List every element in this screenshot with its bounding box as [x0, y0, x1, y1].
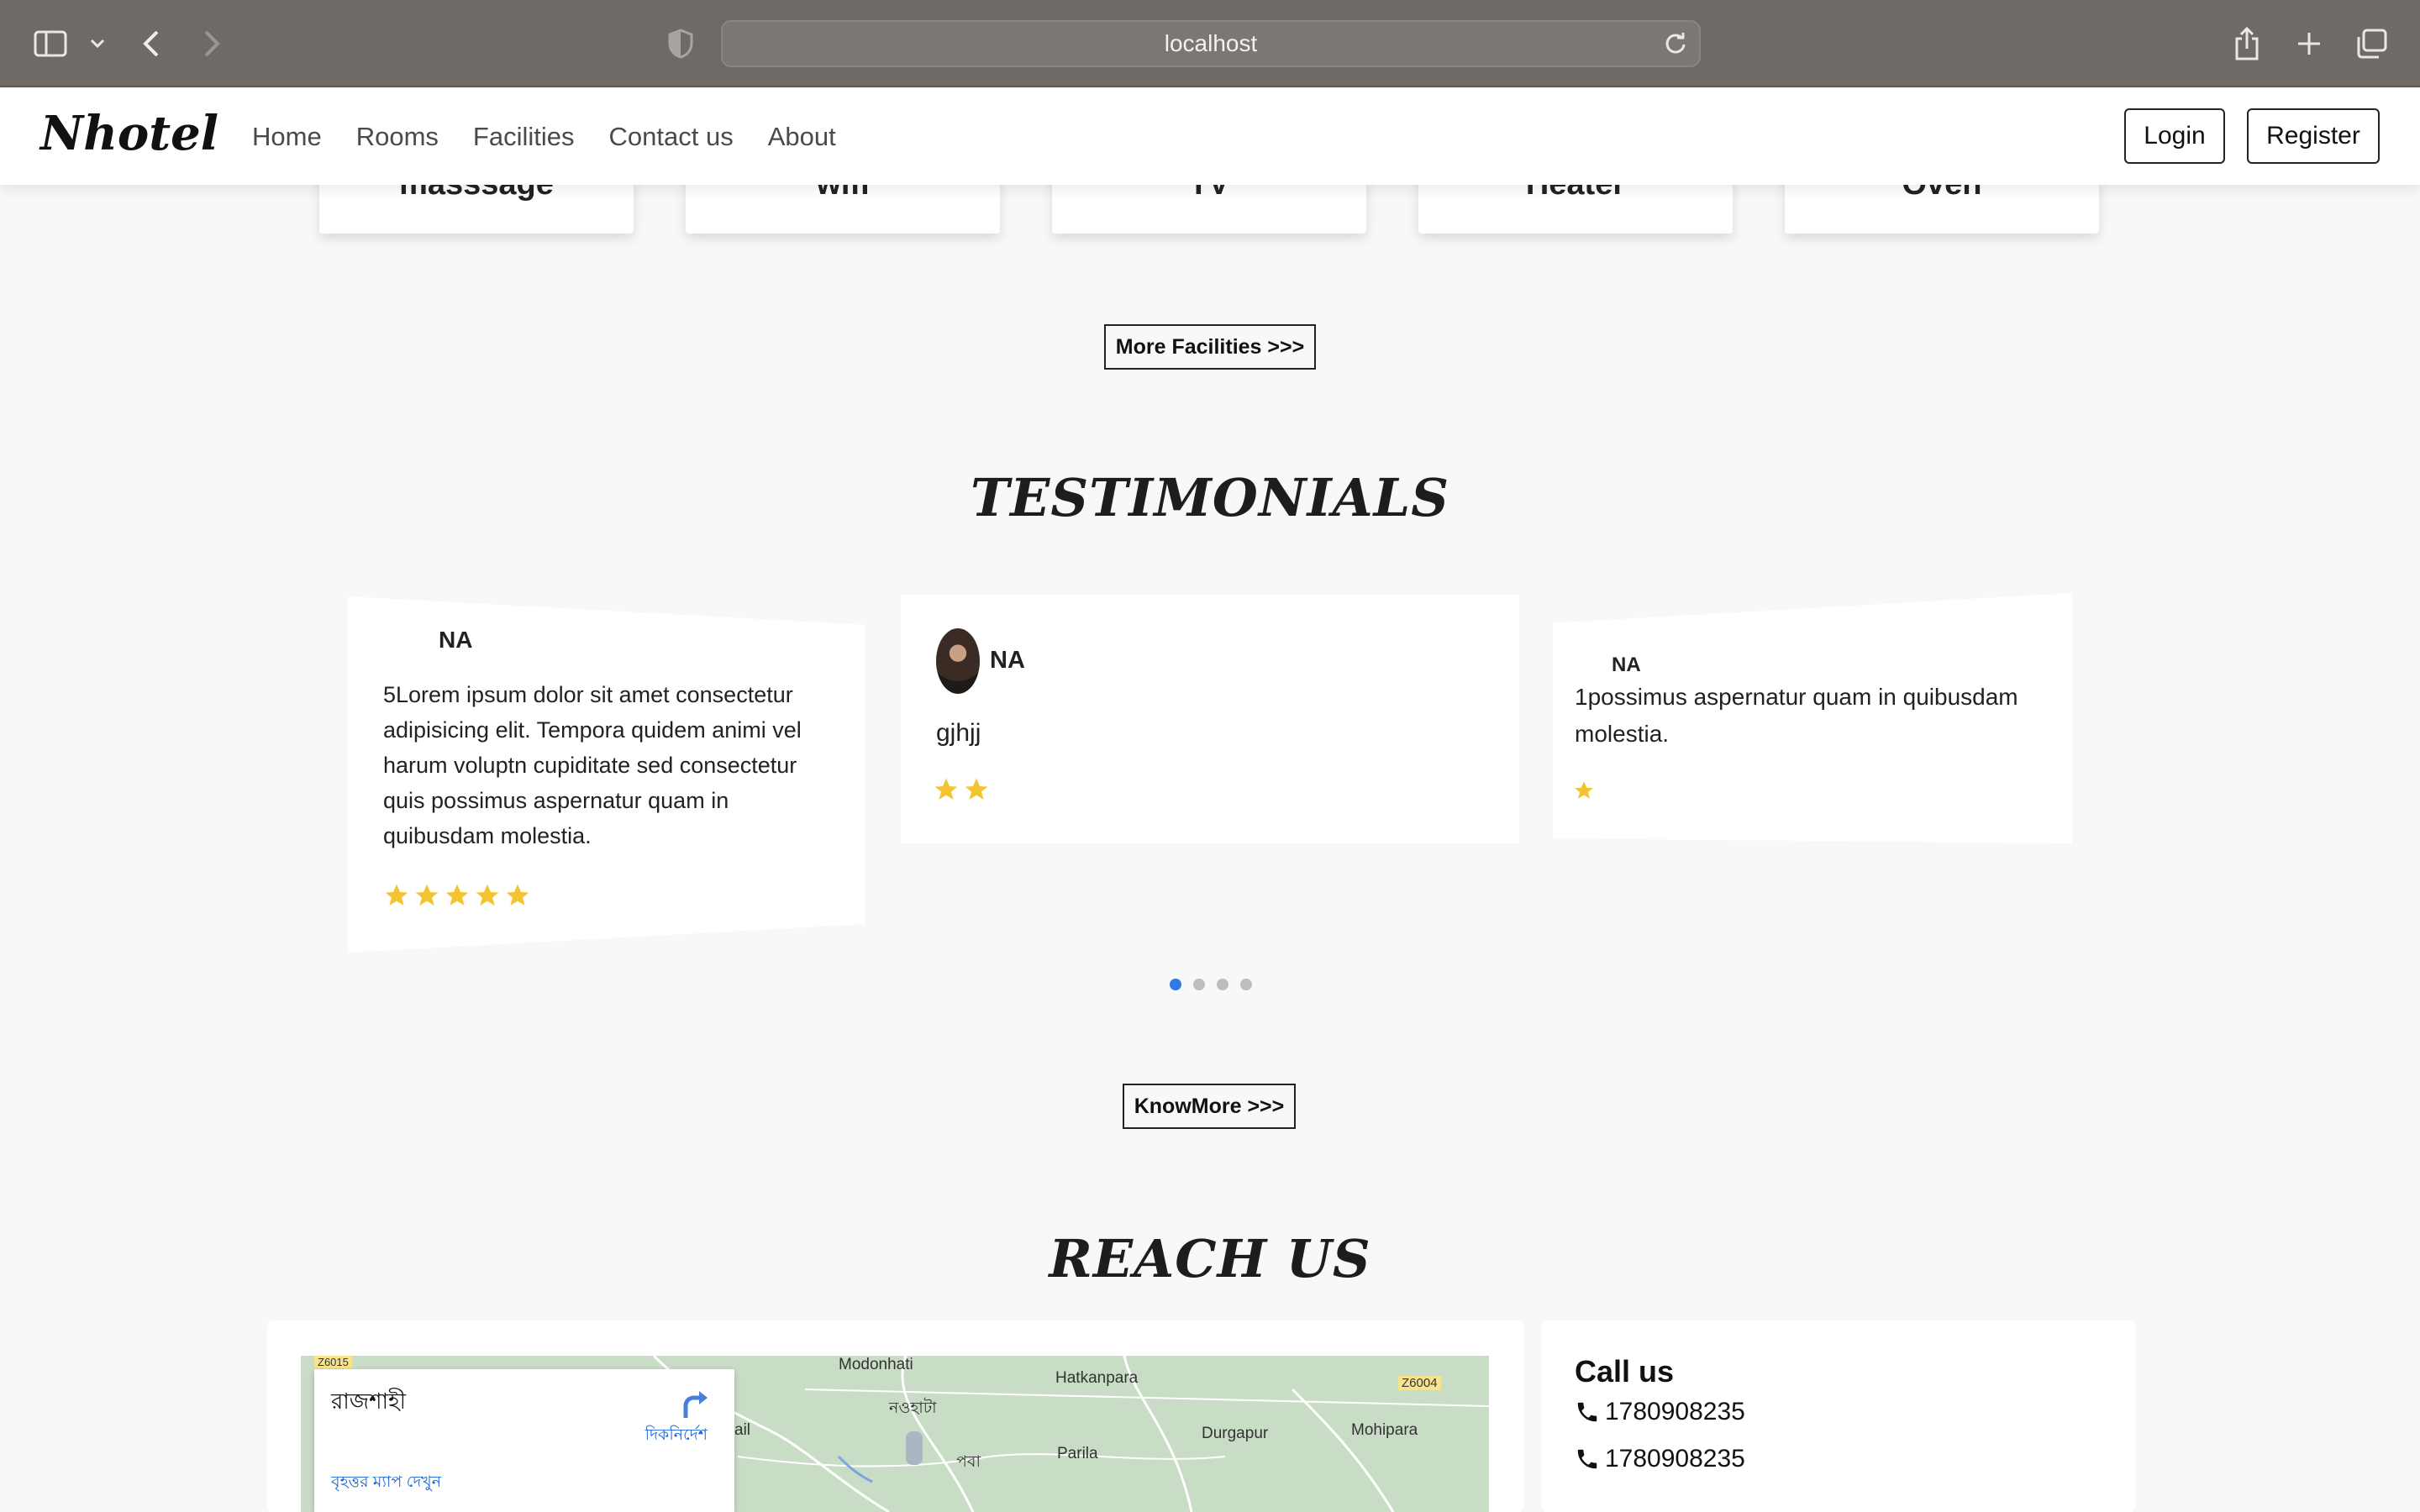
map-label: পবা	[956, 1453, 981, 1471]
rating-stars	[933, 776, 993, 803]
browser-toolbar: localhost	[0, 0, 2420, 87]
star-icon	[415, 884, 439, 906]
sidebar-toggle-icon[interactable]	[30, 24, 71, 64]
share-icon[interactable]	[2227, 24, 2267, 64]
review-text: 1possimus aspernatur quam in quibusdam m…	[1575, 684, 2018, 747]
call-us-title: Call us	[1575, 1354, 1675, 1389]
review-text: 5Lorem ipsum dolor sit amet consectetur …	[383, 682, 802, 848]
nav-home[interactable]: Home	[252, 122, 322, 152]
star-icon	[476, 884, 499, 906]
contact-panel: Call us 1780908235 1780908235	[1541, 1320, 2136, 1512]
review-text: gjhjj	[936, 719, 981, 747]
reviewer-name: NA	[439, 627, 473, 653]
star-icon	[1575, 781, 1593, 799]
carousel-dot[interactable]	[1170, 979, 1181, 990]
map-label: ail	[734, 1421, 751, 1439]
directions-link[interactable]: দিকনির্দেশ	[645, 1423, 708, 1450]
map-place-name: রাজশাহী	[331, 1389, 407, 1414]
star-icon	[965, 778, 988, 800]
avatar	[936, 628, 980, 694]
privacy-shield-icon[interactable]	[660, 24, 701, 64]
carousel-dot[interactable]	[1193, 979, 1205, 990]
embedded-map[interactable]: Modonhati Hatkanpara নওহাটা Parila Durga…	[301, 1356, 1489, 1512]
larger-map-link[interactable]: বৃহত্তর ম্যাপ দেখুন	[331, 1470, 441, 1497]
map-panel: Modonhati Hatkanpara নওহাটা Parila Durga…	[267, 1320, 1524, 1512]
nav-contact[interactable]: Contact us	[609, 122, 734, 152]
phone-icon	[1577, 1402, 1597, 1422]
testimonial-card: NA 1possimus aspernatur quam in quibusda…	[1553, 593, 2072, 843]
chevron-down-icon[interactable]	[77, 24, 118, 64]
carousel-dot[interactable]	[1217, 979, 1228, 990]
testimonial-card: NA gjhjj	[901, 595, 1519, 843]
carousel-dot[interactable]	[1240, 979, 1252, 990]
star-icon	[506, 884, 529, 906]
register-button[interactable]: Register	[2247, 108, 2380, 164]
rating-stars	[383, 882, 534, 909]
phone-number: 1780908235	[1605, 1398, 1745, 1425]
nav-rooms[interactable]: Rooms	[356, 122, 439, 152]
star-icon	[385, 884, 408, 906]
reviewer-name: NA	[990, 647, 1025, 674]
address-bar[interactable]: localhost	[721, 20, 1701, 67]
map-label: Parila	[1057, 1445, 1098, 1462]
nav-links: Home Rooms Facilities Contact us About	[252, 89, 871, 185]
star-icon	[445, 884, 469, 906]
carousel-pagination	[1170, 979, 1264, 990]
tab-overview-icon[interactable]	[2351, 24, 2391, 64]
map-label: Mohipara	[1351, 1421, 1418, 1439]
knowmore-button[interactable]: KnowMore >>>	[1123, 1084, 1296, 1129]
brand-logo[interactable]: Nhotel	[40, 106, 218, 161]
testimonials-title: TESTIMONIALS	[970, 467, 1450, 528]
map-label: Durgapur	[1202, 1425, 1269, 1442]
url-text: localhost	[1164, 30, 1258, 56]
testimonial-card: NA 5Lorem ipsum dolor sit amet consectet…	[348, 596, 865, 953]
star-icon	[934, 778, 958, 800]
back-icon[interactable]	[131, 24, 171, 64]
reach-us-title: REACH US	[1049, 1228, 1371, 1289]
nav-facilities[interactable]: Facilities	[473, 122, 575, 152]
reload-icon[interactable]	[1664, 32, 1687, 55]
phone-number: 1780908235	[1605, 1445, 1745, 1473]
reviewer-name: NA	[1612, 654, 1641, 676]
map-road-badge: Z6015	[314, 1356, 352, 1368]
forward-icon[interactable]	[192, 24, 232, 64]
nav-about[interactable]: About	[768, 122, 836, 152]
map-label: নওহাটা	[889, 1399, 937, 1417]
site-navbar: Nhotel Home Rooms Facilities Contact us …	[0, 89, 2420, 185]
map-info-card: রাজশাহী দিকনির্দেশ বৃহত্তর ম্যাপ দেখুন	[314, 1369, 734, 1512]
more-facilities-button[interactable]: More Facilities >>>	[1104, 324, 1316, 370]
new-tab-icon[interactable]	[2289, 24, 2329, 64]
map-label: Hatkanpara	[1055, 1369, 1139, 1387]
map-road-badge: Z6004	[1398, 1376, 1441, 1390]
rating-stars	[1573, 780, 1598, 801]
phone-row[interactable]: 1780908235	[1575, 1445, 1745, 1473]
map-label: Modonhati	[839, 1356, 913, 1373]
phone-row[interactable]: 1780908235	[1575, 1398, 1745, 1426]
login-button[interactable]: Login	[2124, 108, 2225, 164]
directions-icon[interactable]	[677, 1389, 708, 1424]
phone-icon	[1577, 1449, 1597, 1469]
